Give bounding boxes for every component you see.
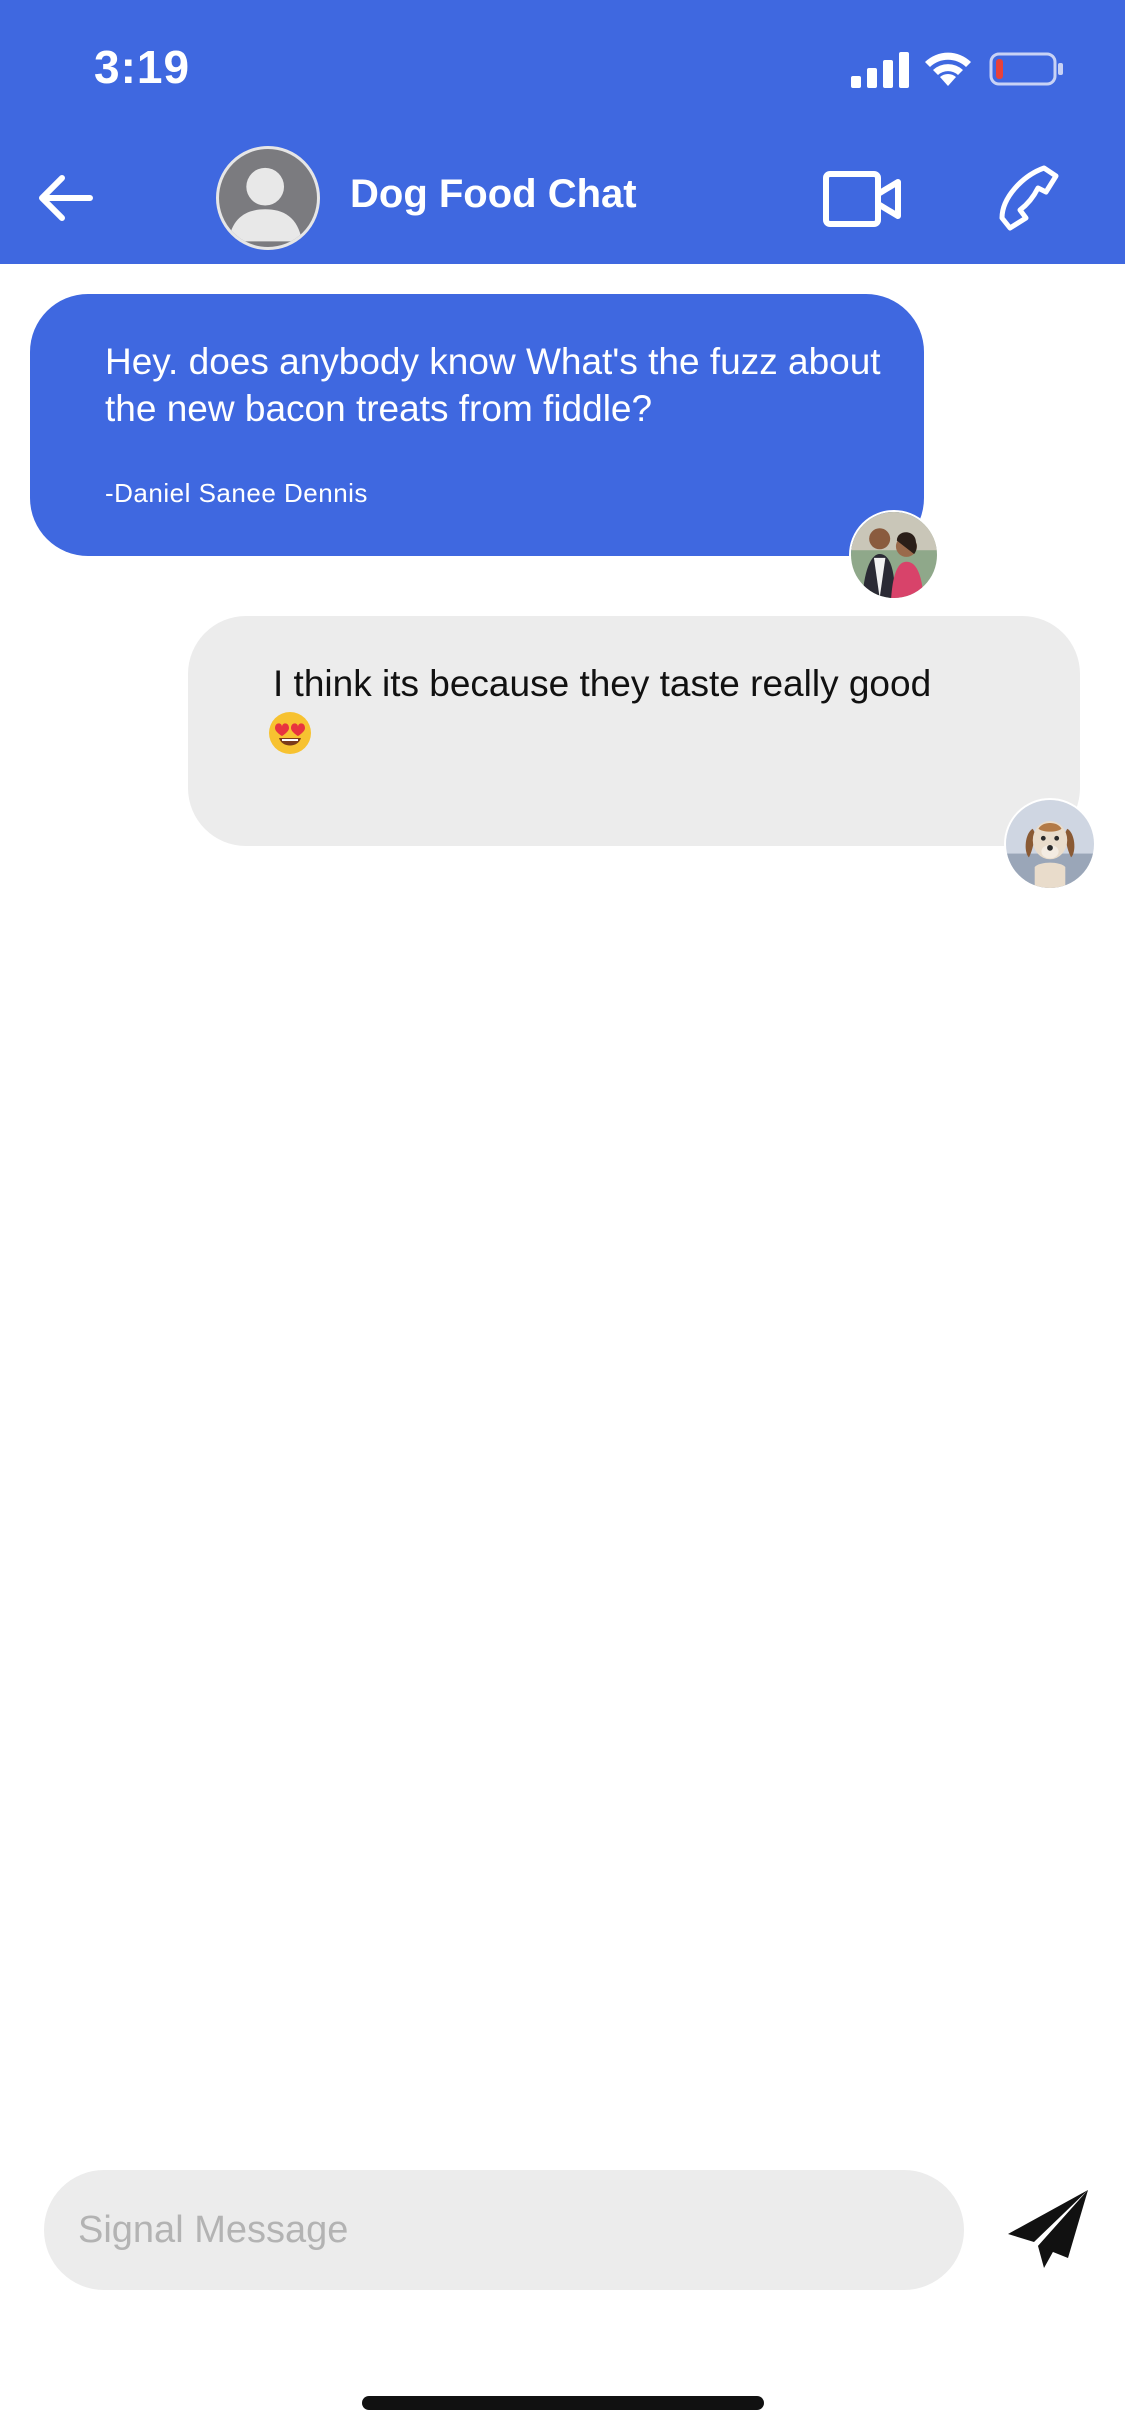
incoming-message-text: Hey. does anybody know What's the fuzz a… — [105, 341, 881, 429]
couple-photo-avatar[interactable] — [849, 510, 939, 600]
arrow-left-icon[interactable] — [34, 166, 98, 230]
message-composer — [44, 2170, 964, 2290]
dog-photo-image — [1006, 800, 1094, 888]
message-input[interactable] — [78, 2198, 938, 2262]
couple-photo-image — [851, 512, 937, 598]
dog-photo-avatar[interactable] — [1004, 798, 1096, 890]
group-avatar[interactable] — [216, 146, 320, 250]
status-icons — [851, 48, 1081, 92]
chat-screen: 3:19 Dog Food Chat Hey. does anybody kno… — [0, 0, 1125, 2436]
heart-eyes-emoji — [269, 712, 311, 755]
chat-header: 3:19 Dog Food Chat — [0, 0, 1125, 264]
incoming-message-bubble[interactable]: Hey. does anybody know What's the fuzz a… — [30, 294, 924, 556]
message-author: -Daniel Sanee Dennis — [105, 478, 368, 508]
cellular-signal-icon — [851, 52, 909, 88]
outgoing-message-body: I think its because they taste really go… — [273, 663, 932, 704]
wifi-icon — [925, 52, 971, 86]
status-time: 3:19 — [94, 41, 191, 93]
chat-title[interactable]: Dog Food Chat — [350, 172, 637, 217]
home-indicator[interactable] — [362, 2396, 764, 2410]
outgoing-message-text: I think its because they taste really go… — [269, 660, 1043, 756]
person-silhouette-icon — [228, 167, 302, 242]
phone-icon[interactable] — [994, 162, 1066, 234]
outgoing-message-bubble[interactable]: I think its because they taste really go… — [188, 616, 1080, 846]
battery-low-icon — [989, 52, 1063, 86]
send-paper-plane-icon[interactable] — [1004, 2186, 1092, 2272]
video-camera-icon[interactable] — [822, 168, 902, 230]
